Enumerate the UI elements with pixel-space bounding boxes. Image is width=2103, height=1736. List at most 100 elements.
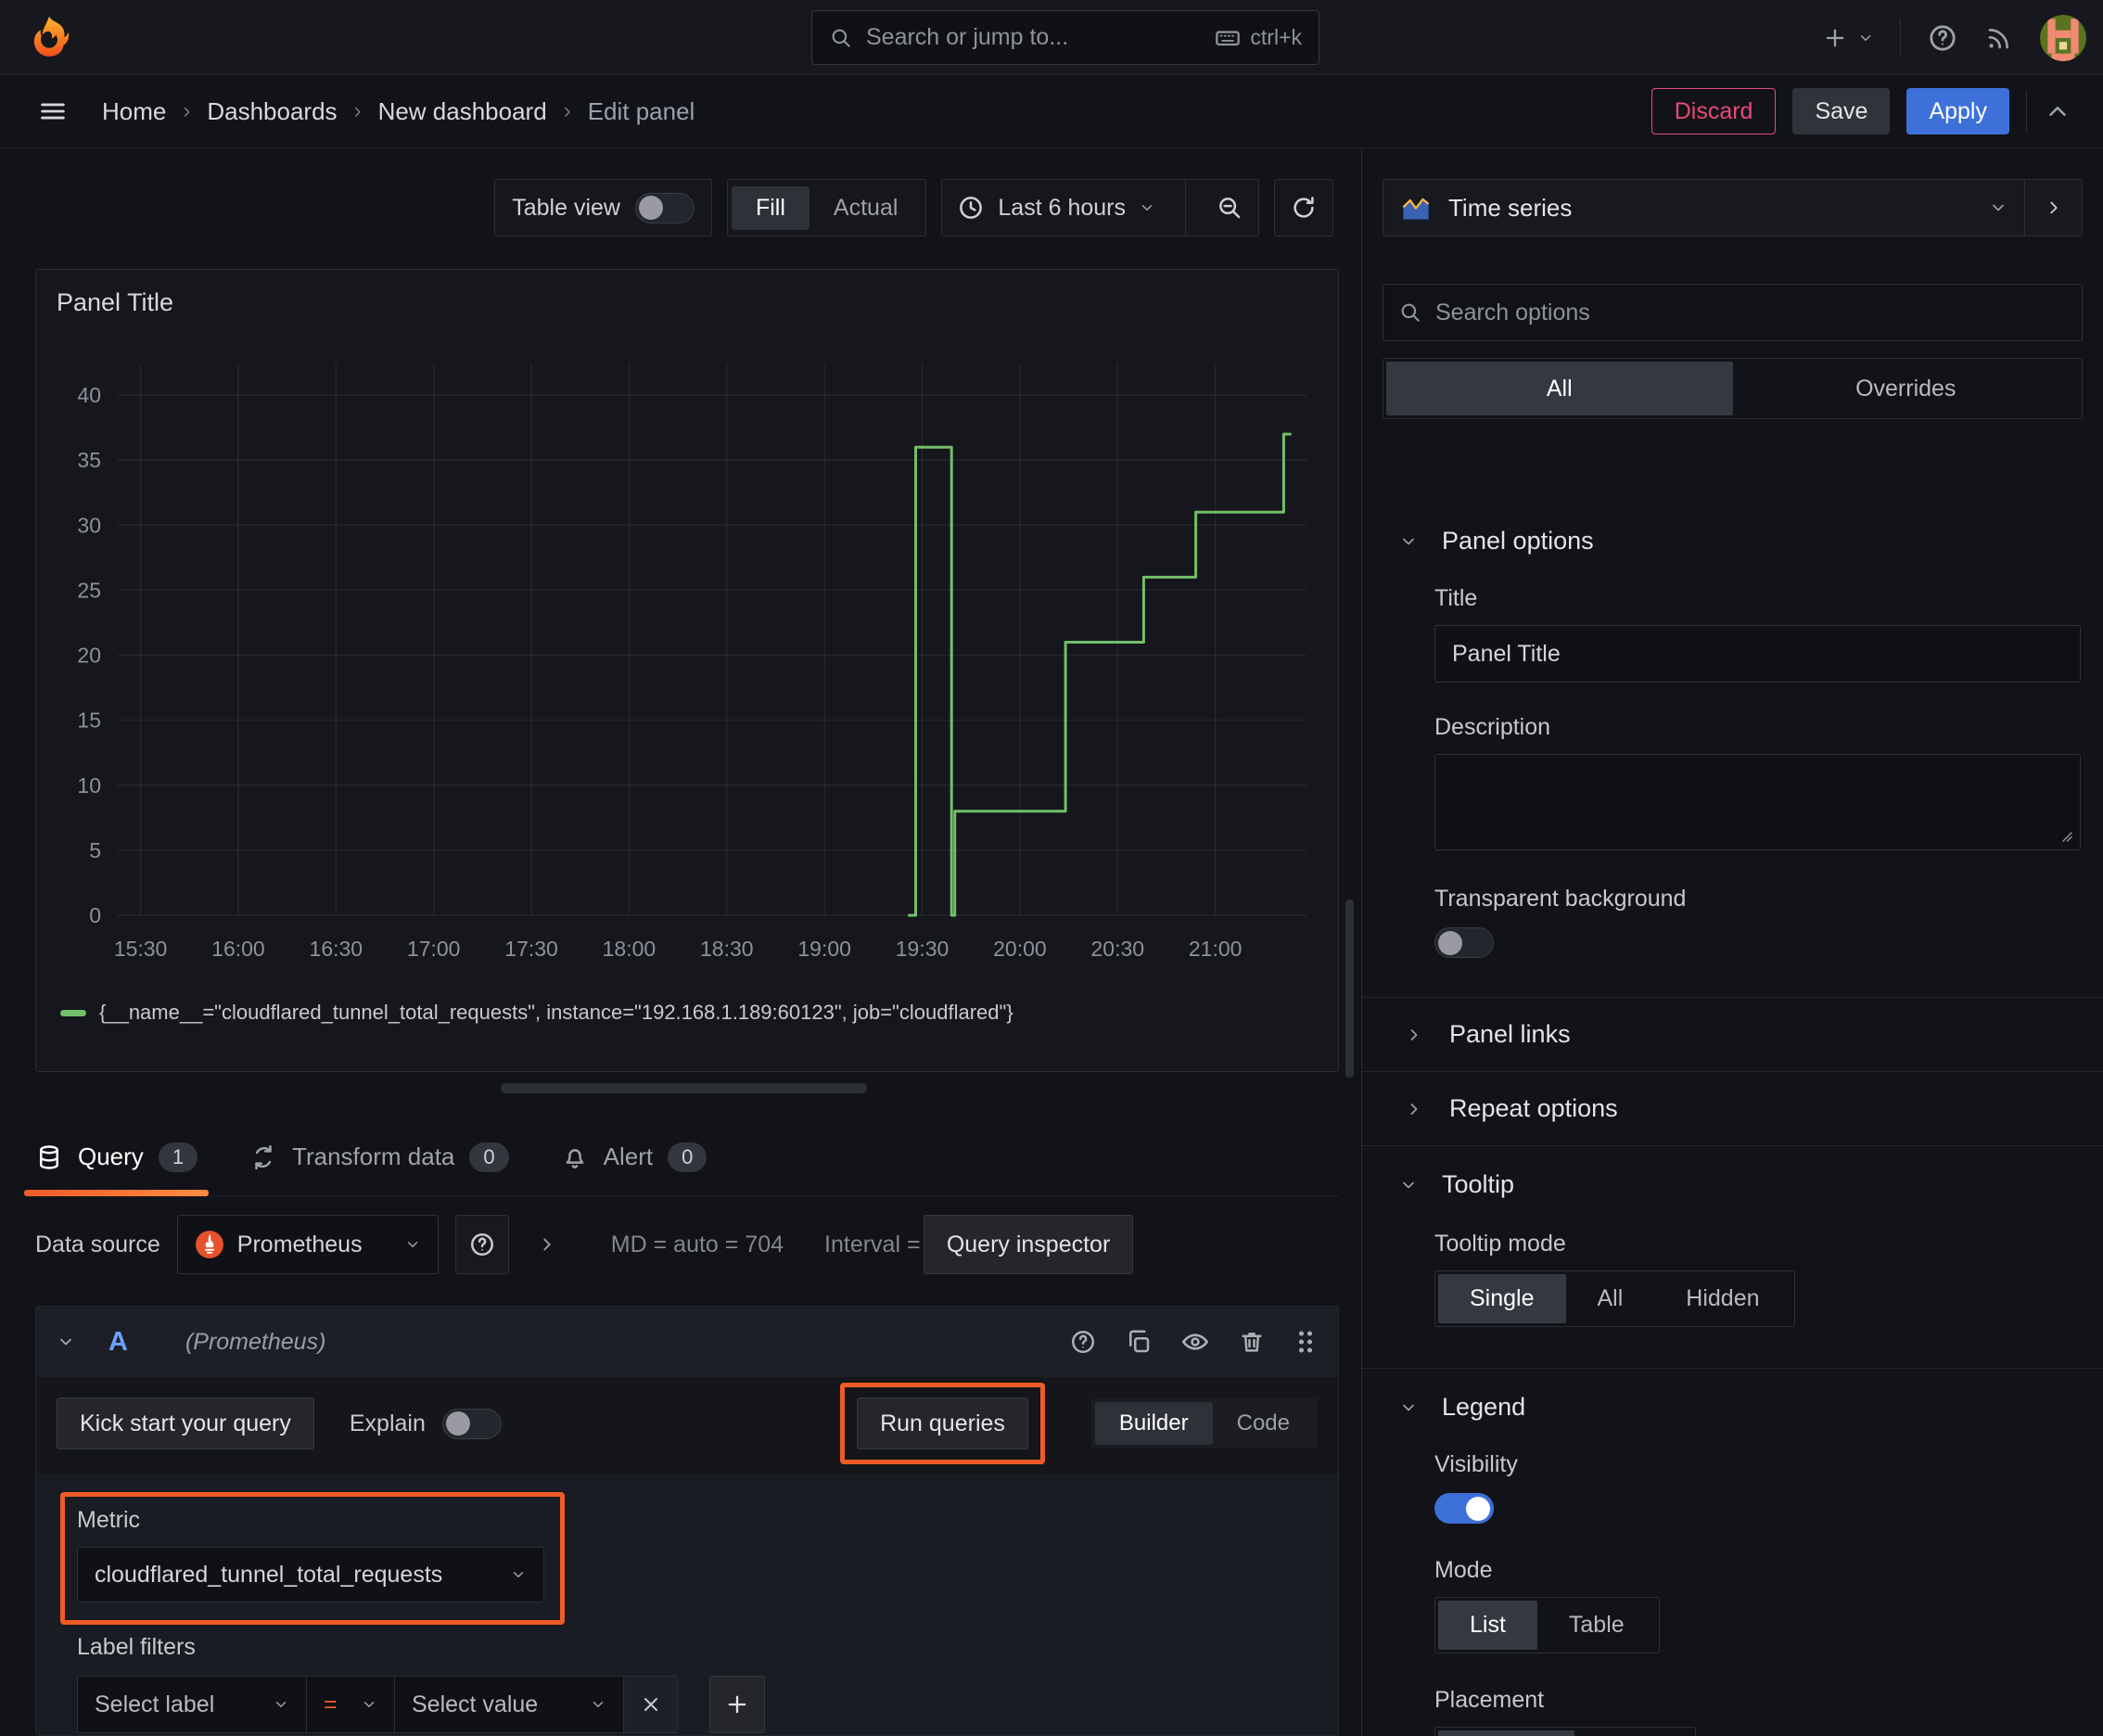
- drag-query-handle[interactable]: [1294, 1328, 1318, 1356]
- visualization-select[interactable]: Time series: [1383, 192, 2024, 223]
- options-search-input[interactable]: [1435, 299, 2067, 326]
- legend-visibility-label: Visibility: [1434, 1451, 1518, 1477]
- table-view-toggle[interactable]: [634, 192, 695, 223]
- collapse-options-pane-button[interactable]: [2044, 97, 2071, 125]
- options-search[interactable]: [1383, 284, 2083, 341]
- chevron-down-icon: [361, 1696, 377, 1713]
- fill-option[interactable]: Fill: [731, 185, 809, 230]
- vertical-scrollbar[interactable]: [1345, 900, 1354, 1078]
- remove-filter-button[interactable]: [624, 1676, 678, 1733]
- legend-series-swatch[interactable]: [60, 1009, 86, 1016]
- datasource-label: Data source: [35, 1231, 160, 1257]
- prometheus-icon: [195, 1230, 224, 1259]
- duplicate-query-icon[interactable]: [1125, 1328, 1153, 1356]
- tooltip-all-option[interactable]: All: [1566, 1274, 1655, 1323]
- query-help-icon[interactable]: [1069, 1328, 1097, 1356]
- select-value-dropdown[interactable]: Select value: [394, 1676, 624, 1733]
- tab-all-options[interactable]: All: [1386, 362, 1733, 415]
- legend-mode-list-option[interactable]: List: [1438, 1601, 1537, 1650]
- query-datasource-hint: (Prometheus): [185, 1328, 326, 1355]
- add-new-button[interactable]: [1822, 25, 1874, 51]
- kickstart-query-button[interactable]: Kick start your query: [57, 1398, 314, 1449]
- top-nav: ctrl+k: [0, 0, 2103, 75]
- help-button[interactable]: [1927, 22, 1958, 54]
- svg-text:20:00: 20:00: [993, 937, 1047, 961]
- tooltip-single-option[interactable]: Single: [1438, 1274, 1566, 1323]
- panel-links-section[interactable]: Panel links: [1362, 998, 2103, 1071]
- query-row-header[interactable]: A (Prometheus): [36, 1307, 1338, 1377]
- menu-toggle-button[interactable]: [37, 96, 69, 127]
- resize-handle-icon[interactable]: [2058, 827, 2074, 844]
- tab-transform-data[interactable]: Transform data 0: [249, 1118, 509, 1195]
- tooltip-hidden-option[interactable]: Hidden: [1654, 1274, 1791, 1323]
- refresh-button[interactable]: [1274, 179, 1333, 236]
- apply-button[interactable]: Apply: [1906, 88, 2009, 134]
- legend-mode-label: Mode: [1434, 1557, 1493, 1583]
- run-queries-button[interactable]: Run queries: [857, 1398, 1028, 1449]
- code-option[interactable]: Code: [1213, 1402, 1314, 1445]
- panel-resize-handle[interactable]: [501, 1083, 867, 1093]
- legend-visibility-toggle[interactable]: [1434, 1493, 1494, 1524]
- metric-block: Metric cloudflared_tunnel_total_requests: [60, 1492, 565, 1625]
- operator-dropdown[interactable]: =: [306, 1676, 395, 1733]
- zoom-out-time-button[interactable]: [1201, 180, 1258, 236]
- panel-options-section-header[interactable]: Panel options: [1362, 503, 2103, 555]
- tab-overrides[interactable]: Overrides: [1733, 362, 2080, 415]
- svg-text:21:00: 21:00: [1189, 937, 1243, 961]
- builder-option[interactable]: Builder: [1094, 1402, 1213, 1445]
- metric-select[interactable]: cloudflared_tunnel_total_requests: [77, 1547, 544, 1602]
- legend-section-header[interactable]: Legend: [1362, 1369, 2103, 1422]
- hide-query-eye-icon[interactable]: [1180, 1327, 1210, 1357]
- user-avatar[interactable]: [2040, 14, 2086, 61]
- explain-toggle[interactable]: [441, 1408, 502, 1439]
- panel-preview: Panel Title 0 5 10 15 20 25 30 35 40 15:30 16:00 16…: [35, 269, 1339, 1072]
- panel-description-textarea[interactable]: [1434, 754, 2081, 850]
- actual-option[interactable]: Actual: [809, 186, 922, 230]
- transparent-bg-toggle[interactable]: [1434, 927, 1494, 958]
- grafana-logo-icon[interactable]: [24, 13, 74, 63]
- repeat-options-section[interactable]: Repeat options: [1362, 1072, 2103, 1145]
- expand-row-chevron[interactable]: [537, 1234, 557, 1255]
- chevron-down-icon: [510, 1566, 527, 1583]
- visualization-name: Time series: [1448, 193, 1573, 222]
- svg-text:35: 35: [77, 448, 101, 472]
- news-rss-button[interactable]: [1984, 23, 2014, 53]
- query-inspector-button[interactable]: Query inspector: [923, 1215, 1134, 1274]
- panel-title-input[interactable]: [1452, 640, 2063, 668]
- svg-text:19:00: 19:00: [797, 937, 851, 961]
- legend-series-name[interactable]: {__name__="cloudflared_tunnel_total_requ…: [99, 1001, 1013, 1025]
- tooltip-section-header[interactable]: Tooltip: [1362, 1146, 2103, 1199]
- divider: [1185, 180, 1186, 236]
- delete-query-icon[interactable]: [1238, 1328, 1266, 1356]
- global-search-input[interactable]: [866, 24, 1203, 51]
- datasource-help-button[interactable]: [454, 1215, 509, 1274]
- tab-alert[interactable]: Alert 0: [561, 1118, 707, 1195]
- open-viz-list-button[interactable]: [2024, 180, 2082, 236]
- metric-value: cloudflared_tunnel_total_requests: [95, 1561, 443, 1588]
- legend-placement-right-option[interactable]: Right: [1574, 1730, 1691, 1736]
- query-options-summary[interactable]: MD = auto = 704 Interval = 30s: [611, 1232, 964, 1258]
- breadcrumb-home[interactable]: Home: [102, 97, 166, 126]
- global-search[interactable]: ctrl+k: [811, 10, 1319, 65]
- chevron-down-icon: [590, 1696, 606, 1713]
- time-range-picker[interactable]: Last 6 hours: [942, 180, 1170, 236]
- editor-tabs: Query 1 Transform data 0 Alert 0: [24, 1118, 1339, 1196]
- datasource-picker[interactable]: Prometheus: [176, 1215, 439, 1274]
- collapse-query-chevron[interactable]: [57, 1333, 75, 1351]
- legend-placement-bottom-option[interactable]: Bottom: [1438, 1730, 1575, 1736]
- panel-title-field[interactable]: [1434, 625, 2081, 683]
- legend-mode-table-option[interactable]: Table: [1537, 1601, 1656, 1650]
- discard-button[interactable]: Discard: [1651, 88, 1777, 134]
- select-label-dropdown[interactable]: Select label: [77, 1676, 307, 1733]
- breadcrumb-new-dashboard[interactable]: New dashboard: [378, 97, 547, 126]
- table-view-label: Table view: [512, 194, 620, 221]
- save-button[interactable]: Save: [1792, 88, 1891, 134]
- chevron-down-icon: [273, 1696, 289, 1713]
- tab-query[interactable]: Query 1: [24, 1118, 210, 1196]
- chevron-down-icon: [404, 1236, 421, 1253]
- chevron-down-icon: [1989, 198, 2007, 217]
- time-series-chart[interactable]: 0 5 10 15 20 25 30 35 40 15:30 16:00 16:30 17:00 17:3…: [45, 348, 1331, 988]
- svg-text:15:30: 15:30: [114, 937, 168, 961]
- breadcrumb-dashboards[interactable]: Dashboards: [207, 97, 337, 126]
- add-filter-button[interactable]: [709, 1676, 765, 1733]
